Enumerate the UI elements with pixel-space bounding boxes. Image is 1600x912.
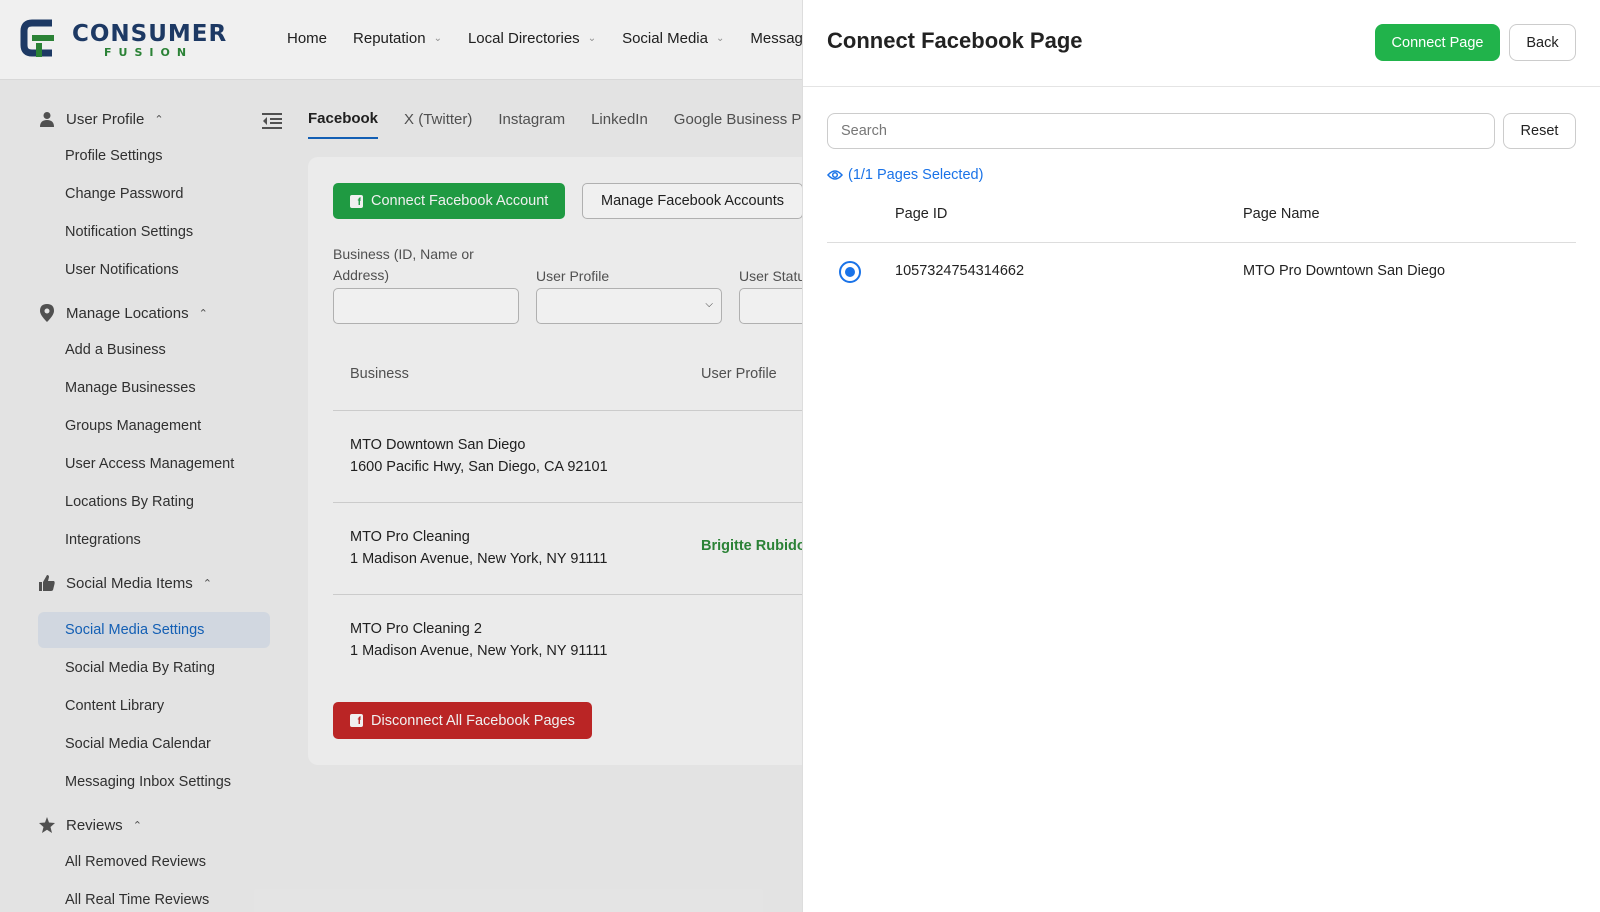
eye-icon (827, 170, 843, 180)
drawer-title: Connect Facebook Page (827, 28, 1083, 53)
column-header-page-name: Page Name (1243, 206, 1320, 222)
modal-backdrop[interactable] (0, 0, 802, 912)
column-header-page-id: Page ID (895, 206, 948, 222)
page-select-radio[interactable] (839, 261, 861, 283)
pages-selected-text: (1/1 Pages Selected) (848, 167, 984, 183)
connect-page-button[interactable]: Connect Page (1375, 24, 1500, 61)
back-button[interactable]: Back (1509, 24, 1576, 61)
reset-button[interactable]: Reset (1503, 113, 1576, 149)
page-name-cell: MTO Pro Downtown San Diego (1243, 263, 1446, 279)
page-id-cell: 1057324754314662 (895, 263, 1025, 279)
pages-selected-toggle[interactable]: (1/1 Pages Selected) (827, 167, 983, 183)
table-header-divider (827, 242, 1576, 243)
search-input[interactable] (827, 113, 1495, 149)
drawer-header-divider (803, 86, 1600, 87)
connect-facebook-page-drawer: Connect Facebook Page Connect Page Back … (802, 0, 1600, 912)
